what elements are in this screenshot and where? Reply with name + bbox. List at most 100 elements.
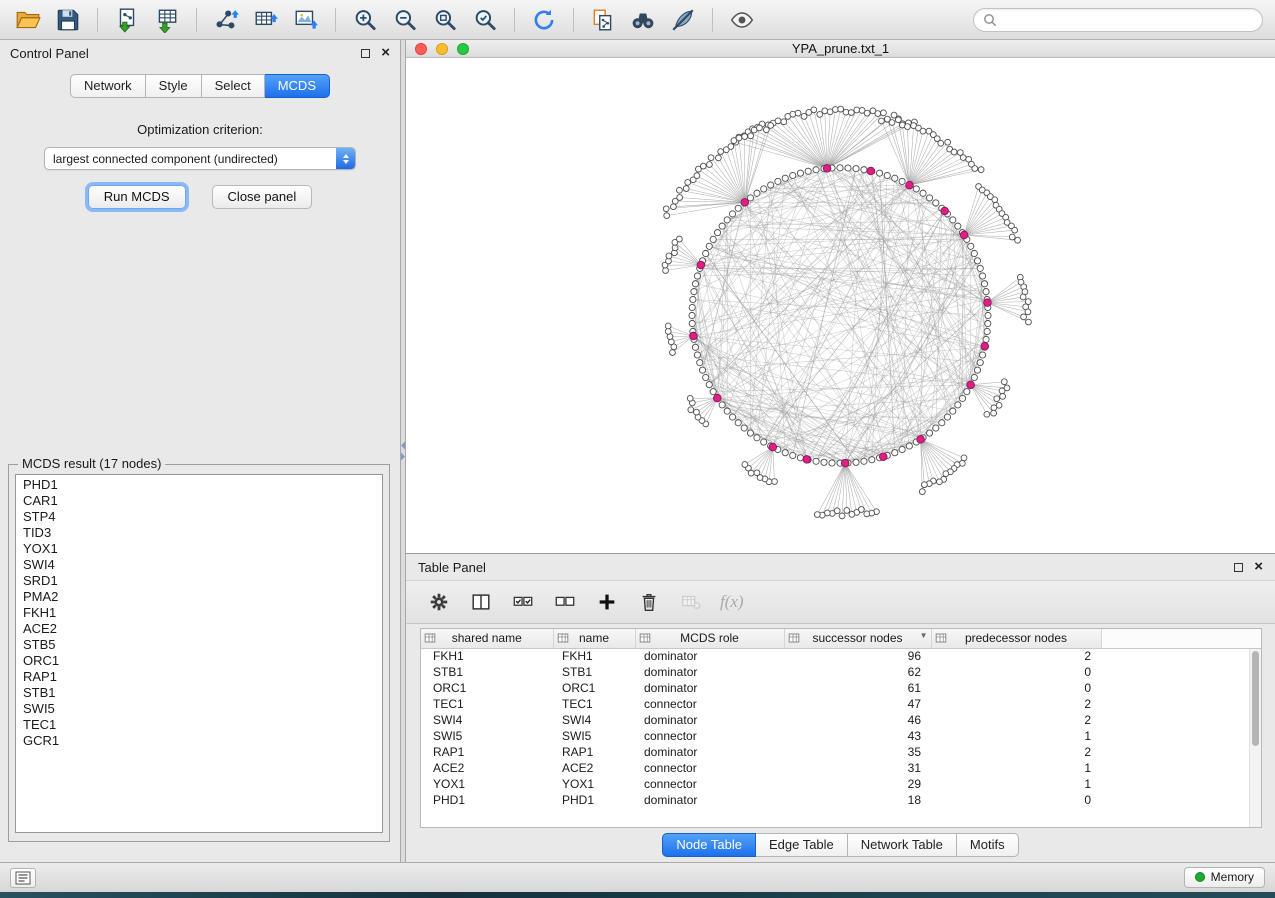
result-item[interactable]: ORC1 [16,653,382,669]
export-network-icon[interactable] [210,5,242,35]
table-cell: YOX1 [553,776,635,792]
network-canvas[interactable] [406,58,1275,553]
scrollbar-thumb[interactable] [1252,651,1259,746]
result-item[interactable]: SWI4 [16,557,382,573]
result-item[interactable]: CAR1 [16,493,382,509]
table-cell: STB1 [421,664,553,680]
result-item[interactable]: STB1 [16,685,382,701]
network-titlebar[interactable]: YPA_prune.txt_1 [406,40,1275,58]
add-row-icon[interactable] [594,589,620,615]
toolbar-items [12,5,758,35]
tab-network[interactable]: Network [70,74,146,98]
table-row[interactable]: SWI4SWI4dominator462 [421,712,1261,728]
result-item[interactable]: GCR1 [16,733,382,749]
save-session-icon[interactable] [52,5,84,35]
result-item[interactable]: PHD1 [16,477,382,493]
column-header-mcds-role[interactable]: MCDS role [635,629,784,648]
tab-node-table[interactable]: Node Table [662,833,756,857]
zoom-selected-icon[interactable] [469,5,501,35]
task-history-button[interactable] [10,868,36,888]
table-cell: connector [635,760,784,776]
tab-edge-table[interactable]: Edge Table [756,833,848,857]
find-icon[interactable] [627,5,659,35]
import-table-icon[interactable] [151,5,183,35]
close-table-panel-icon[interactable]: × [1254,560,1263,574]
run-mcds-button[interactable]: Run MCDS [88,185,186,209]
table-cell: RAP1 [553,744,635,760]
memory-label: Memory [1211,870,1254,884]
table-cell: 62 [784,664,931,680]
filter-icon[interactable] [667,5,699,35]
main-toolbar [0,0,1275,40]
result-item[interactable]: SRD1 [16,573,382,589]
table-row[interactable]: PHD1PHD1dominator180 [421,792,1261,808]
column-header-predecessor-nodes[interactable]: predecessor nodes [931,629,1101,648]
show-graphics-icon[interactable] [726,5,758,35]
tab-network-table[interactable]: Network Table [848,833,957,857]
result-item[interactable]: TEC1 [16,717,382,733]
sort-arrow-icon[interactable]: ▼ [920,631,928,640]
result-item[interactable]: STP4 [16,509,382,525]
column-type-icon [424,632,436,647]
float-panel-icon[interactable] [358,46,372,60]
result-item[interactable]: TID3 [16,525,382,541]
export-image-icon[interactable] [290,5,322,35]
zoom-fit-icon[interactable] [429,5,461,35]
status-bar: Memory [0,862,1275,892]
table-row[interactable]: ORC1ORC1dominator610 [421,680,1261,696]
column-type-icon [639,632,651,647]
table-cell-filler [1101,712,1261,728]
table-row[interactable]: YOX1YOX1connector291 [421,776,1261,792]
tab-style[interactable]: Style [146,74,202,98]
result-item[interactable]: PMA2 [16,589,382,605]
mcds-buttons: Run MCDS Close panel [0,185,400,209]
table-row[interactable]: FKH1FKH1dominator962 [421,648,1261,664]
select-all-icon[interactable] [510,589,536,615]
refresh-layout-icon[interactable] [528,5,560,35]
clone-network-icon[interactable] [587,5,619,35]
result-item[interactable]: ACE2 [16,621,382,637]
column-header-name[interactable]: name [553,629,635,648]
import-network-icon[interactable] [111,5,143,35]
result-item[interactable]: RAP1 [16,669,382,685]
table-scrollbar[interactable] [1249,649,1261,827]
table-row[interactable]: STB1STB1dominator620 [421,664,1261,680]
result-item[interactable]: STB5 [16,637,382,653]
zoom-out-icon[interactable] [389,5,421,35]
close-panel-icon[interactable]: × [381,46,390,60]
export-table-icon[interactable] [250,5,282,35]
open-session-icon[interactable] [12,5,44,35]
table-cell: 1 [931,776,1101,792]
table-cell: 2 [931,712,1101,728]
search-input[interactable] [1003,12,1253,28]
result-item[interactable]: YOX1 [16,541,382,557]
tab-mcds[interactable]: MCDS [265,74,330,98]
search-box[interactable] [973,8,1263,32]
table-row[interactable]: RAP1RAP1dominator352 [421,744,1261,760]
table-row[interactable]: SWI5SWI5connector431 [421,728,1261,744]
memory-button[interactable]: Memory [1184,867,1265,888]
column-header-shared-name[interactable]: shared name [421,629,553,648]
zoom-in-icon[interactable] [349,5,381,35]
close-mcds-panel-button[interactable]: Close panel [212,185,313,209]
result-item[interactable]: FKH1 [16,605,382,621]
table-cell: connector [635,696,784,712]
desktop-background [0,892,1275,898]
column-type-icon [557,632,569,647]
deselect-all-icon[interactable] [552,589,578,615]
tab-motifs[interactable]: Motifs [957,833,1019,857]
table-cell: 0 [931,664,1101,680]
columns-icon[interactable] [468,589,494,615]
table-cell: FKH1 [421,648,553,664]
criterion-dropdown[interactable]: largest connected component (undirected) [44,147,356,170]
delete-row-icon[interactable] [636,589,662,615]
table-cell: dominator [635,680,784,696]
gear-icon[interactable] [426,589,452,615]
table-row[interactable]: TEC1TEC1connector472 [421,696,1261,712]
tab-select[interactable]: Select [202,74,265,98]
mcds-result-list[interactable]: PHD1CAR1STP4TID3YOX1SWI4SRD1PMA2FKH1ACE2… [15,474,383,833]
result-item[interactable]: SWI5 [16,701,382,717]
float-table-panel-icon[interactable] [1231,560,1245,574]
column-header-successor-nodes[interactable]: successor nodes▼ [784,629,931,648]
table-row[interactable]: ACE2ACE2connector311 [421,760,1261,776]
